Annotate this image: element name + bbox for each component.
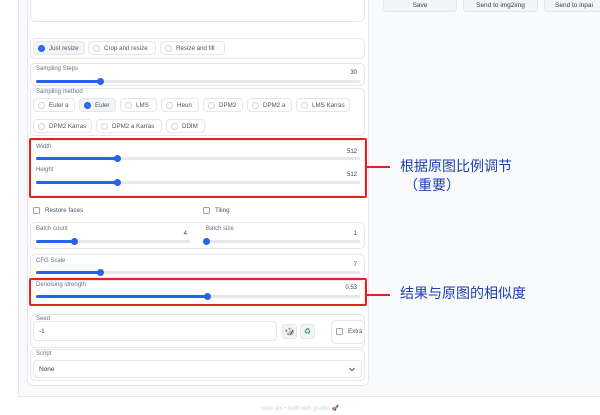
resize-mode-just-resize[interactable]: Just resize	[33, 41, 85, 55]
size-highlight-box	[29, 138, 367, 198]
recycle-icon: ♻	[303, 327, 312, 336]
sampler-dpm2-a[interactable]: DPM2 a	[247, 98, 292, 112]
radio-icon	[165, 44, 172, 52]
tiling-checkbox[interactable]: Tiling	[203, 207, 230, 214]
batch-count-slider[interactable]	[36, 238, 190, 245]
radio-icon	[93, 44, 100, 52]
resize-mode-label: Crop and resize	[104, 44, 148, 52]
restore-faces-checkbox[interactable]: Restore faces	[33, 207, 83, 214]
script-dropdown[interactable]: None	[33, 360, 362, 378]
send-to-inpaint-button[interactable]: Send to inpai	[544, 0, 600, 12]
sampler-lms[interactable]: LMS	[120, 98, 157, 112]
resize-mode-label: Resize and fill	[176, 44, 215, 52]
radio-selected-icon	[84, 101, 91, 109]
denoising-highlight-connector	[367, 294, 390, 296]
batch-size-slider[interactable]	[202, 238, 360, 245]
radio-icon	[166, 101, 173, 109]
extra-label: Extra	[348, 328, 363, 335]
batch-count-value[interactable]: 4	[160, 231, 187, 237]
sampler-label: LMS Karras	[312, 101, 345, 109]
sampler-label: DPM2 a	[263, 101, 286, 109]
cfg-scale-value[interactable]: 7	[330, 262, 357, 268]
resize-mode-label: Just resize	[49, 44, 79, 52]
sampling-steps-value[interactable]: 30	[330, 70, 357, 76]
sampler-lms-karras[interactable]: LMS Karras	[296, 98, 350, 112]
slider-thumb[interactable]	[71, 238, 78, 245]
radio-icon	[171, 122, 178, 130]
radio-icon	[38, 122, 45, 130]
script-selected-value: None	[39, 366, 55, 373]
tiling-label: Tiling	[215, 207, 230, 214]
sampler-label: Euler a	[49, 101, 69, 109]
dice-icon: 🎲	[284, 327, 295, 336]
save-button[interactable]: Save	[383, 0, 457, 12]
sampler-label: LMS	[136, 101, 149, 109]
sampler-label: Heun	[177, 101, 192, 109]
size-annotation-line2: （重要）	[404, 178, 460, 194]
random-seed-button[interactable]: 🎲	[282, 324, 297, 339]
sampling-steps-slider[interactable]	[36, 78, 360, 85]
seed-input[interactable]: -1	[33, 321, 277, 341]
sampler-label: DPM2 a Karras	[112, 122, 155, 130]
sampler-label: DPM2	[219, 101, 237, 109]
extra-checkbox[interactable]: Extra	[336, 328, 362, 335]
sampler-heun[interactable]: Heun	[161, 98, 199, 112]
checkbox-icon	[33, 207, 40, 214]
radio-icon	[301, 101, 308, 109]
sampler-dpm2-karras[interactable]: DPM2 Karras	[33, 119, 92, 133]
chevron-down-icon	[349, 367, 355, 372]
reuse-seed-button[interactable]: ♻	[300, 324, 315, 339]
checkbox-icon	[203, 207, 210, 214]
cfg-scale-label: CFG Scale	[36, 258, 66, 264]
sampler-dpm2-a-karras[interactable]: DPM2 a Karras	[96, 119, 162, 133]
radio-icon	[101, 122, 108, 130]
slider-fill	[36, 240, 75, 243]
footer: view api • built with gradio 🚀	[261, 406, 339, 412]
batch-size-value[interactable]: 1	[330, 231, 357, 237]
slider-thumb[interactable]	[202, 238, 210, 245]
size-highlight-connector	[367, 166, 390, 168]
denoising-highlight-box	[29, 278, 367, 306]
batch-panel	[30, 222, 365, 249]
sampler-euler[interactable]: Euler	[79, 98, 116, 112]
checkbox-icon	[336, 328, 343, 335]
sampler-label: DDIM	[182, 122, 198, 130]
sampling-steps-label: Sampling Steps	[36, 66, 79, 72]
prompt-textarea[interactable]	[30, 0, 365, 22]
batch-size-label: Batch size	[206, 226, 234, 232]
radio-icon	[208, 101, 215, 109]
size-annotation-line1: 根据原图比例调节	[400, 159, 512, 175]
resize-mode-crop-and-resize[interactable]: Crop and resize	[88, 41, 156, 55]
slider-fill	[36, 271, 101, 274]
sampler-label: Euler	[95, 101, 110, 109]
seed-value: -1	[39, 328, 45, 335]
sampler-euler-a[interactable]: Euler a	[33, 98, 75, 112]
sampling-method-label: Sampling method	[36, 89, 83, 95]
radio-selected-icon	[38, 44, 45, 52]
slider-fill	[36, 80, 101, 83]
radio-icon	[125, 101, 132, 109]
resize-mode-resize-and-fill[interactable]: Resize and fill	[160, 41, 225, 55]
sampler-ddim[interactable]: DDIM	[166, 119, 205, 133]
cfg-scale-slider[interactable]	[36, 269, 360, 276]
restore-faces-label: Restore faces	[45, 207, 84, 214]
batch-count-label: Batch count	[36, 226, 68, 232]
sampler-label: DPM2 Karras	[49, 122, 87, 130]
script-label: Script	[36, 351, 52, 357]
radio-icon	[252, 101, 259, 109]
denoising-annotation: 结果与原图的相似度	[400, 286, 526, 302]
cfg-panel	[30, 254, 365, 278]
radio-icon	[38, 101, 45, 109]
send-to-img2img-button[interactable]: Send to img2img	[463, 0, 538, 12]
sampler-dpm2[interactable]: DPM2	[203, 98, 243, 112]
